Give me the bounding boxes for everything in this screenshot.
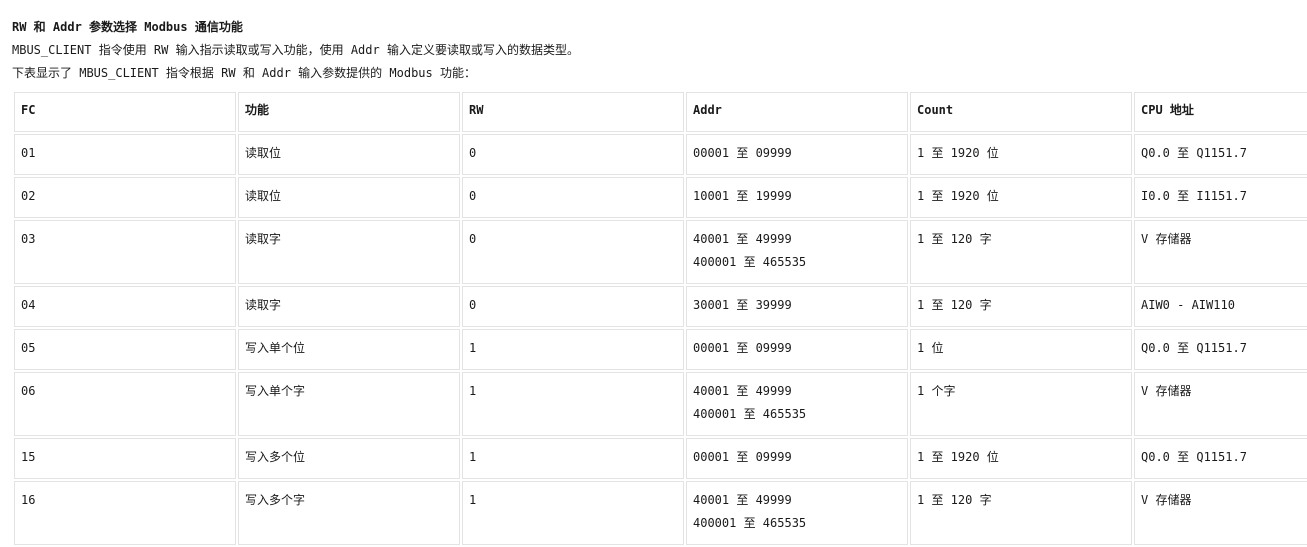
cell-fc: 04 <box>14 286 236 327</box>
cell-function: 写入单个位 <box>238 329 460 370</box>
cell-addr: 00001 至 09999 <box>686 329 908 370</box>
cell-fc: 01 <box>14 134 236 175</box>
addr-range: 400001 至 465535 <box>693 255 807 269</box>
cell-cpu-address: V 存储器 <box>1134 481 1307 545</box>
cell-addr: 40001 至 49999 400001 至 465535 <box>686 481 908 545</box>
table-row: 03 读取字 0 40001 至 49999 400001 至 465535 1 至 12… <box>14 220 1307 284</box>
cell-addr: 00001 至 09999 <box>686 134 908 175</box>
cell-cpu-address: AIW0 - AIW110 <box>1134 286 1307 327</box>
cell-cpu-address: V 存储器 <box>1134 220 1307 284</box>
cell-count: 1 至 120 字 <box>910 220 1132 284</box>
header-count: Count <box>910 92 1132 132</box>
cell-rw: 1 <box>462 329 684 370</box>
table-row: 16 写入多个字 1 40001 至 49999 400001 至 465535 1 至 … <box>14 481 1307 545</box>
table-header-row: FC 功能 RW Addr Count CPU 地址 <box>14 92 1307 132</box>
addr-range: 00001 至 09999 <box>693 146 792 160</box>
cell-count: 1 至 1920 位 <box>910 134 1132 175</box>
cell-rw: 0 <box>462 177 684 218</box>
addr-range: 10001 至 19999 <box>693 189 792 203</box>
table-row: 05 写入单个位 1 00001 至 09999 1 位 Q0.0 至 Q1151.7 <box>14 329 1307 370</box>
cell-count: 1 至 1920 位 <box>910 177 1132 218</box>
cell-cpu-address: Q0.0 至 Q1151.7 <box>1134 329 1307 370</box>
intro-paragraph: MBUS_CLIENT 指令使用 RW 输入指示读取或写入功能，使用 Addr … <box>12 43 579 57</box>
cell-cpu-address: Q0.0 至 Q1151.7 <box>1134 134 1307 175</box>
cell-fc: 06 <box>14 372 236 436</box>
header-fc: FC <box>14 92 236 132</box>
cell-cpu-address: V 存储器 <box>1134 372 1307 436</box>
table-intro-paragraph: 下表显示了 MBUS_CLIENT 指令根据 RW 和 Addr 输入参数提供的… <box>12 66 476 80</box>
cell-rw: 0 <box>462 286 684 327</box>
addr-range: 30001 至 39999 <box>693 298 792 312</box>
section-heading: RW 和 Addr 参数选择 Modbus 通信功能 <box>12 20 243 34</box>
cell-function: 读取字 <box>238 286 460 327</box>
cell-rw: 1 <box>462 372 684 436</box>
cell-count: 1 位 <box>910 329 1132 370</box>
cell-count: 1 至 1920 位 <box>910 438 1132 479</box>
cell-count: 1 至 120 字 <box>910 481 1132 545</box>
cell-fc: 16 <box>14 481 236 545</box>
table-row: 02 读取位 0 10001 至 19999 1 至 1920 位 I0.0 至 I115… <box>14 177 1307 218</box>
header-rw: RW <box>462 92 684 132</box>
cell-fc: 15 <box>14 438 236 479</box>
addr-range: 40001 至 49999 <box>693 384 792 398</box>
table-row: 15 写入多个位 1 00001 至 09999 1 至 1920 位 Q0.0 至 Q1… <box>14 438 1307 479</box>
cell-rw: 0 <box>462 134 684 175</box>
addr-range: 40001 至 49999 <box>693 232 792 246</box>
addr-range: 40001 至 49999 <box>693 493 792 507</box>
addr-range: 400001 至 465535 <box>693 516 807 530</box>
cell-addr: 10001 至 19999 <box>686 177 908 218</box>
cell-addr: 30001 至 39999 <box>686 286 908 327</box>
cell-fc: 03 <box>14 220 236 284</box>
cell-rw: 0 <box>462 220 684 284</box>
addr-range: 00001 至 09999 <box>693 450 792 464</box>
cell-fc: 02 <box>14 177 236 218</box>
cell-addr: 40001 至 49999 400001 至 465535 <box>686 220 908 284</box>
addr-range: 400001 至 465535 <box>693 407 807 421</box>
cell-count: 1 至 120 字 <box>910 286 1132 327</box>
cell-cpu-address: I0.0 至 I1151.7 <box>1134 177 1307 218</box>
cell-function: 写入多个字 <box>238 481 460 545</box>
cell-rw: 1 <box>462 481 684 545</box>
document-body: RW 和 Addr 参数选择 Modbus 通信功能 MBUS_CLIENT 指… <box>12 0 1307 81</box>
cell-addr: 40001 至 49999 400001 至 465535 <box>686 372 908 436</box>
addr-range: 00001 至 09999 <box>693 341 792 355</box>
table-body: 01 读取位 0 00001 至 09999 1 至 1920 位 Q0.0 至 Q115… <box>14 134 1307 545</box>
cell-function: 读取字 <box>238 220 460 284</box>
cell-count: 1 个字 <box>910 372 1132 436</box>
header-addr: Addr <box>686 92 908 132</box>
cell-function: 写入单个字 <box>238 372 460 436</box>
cell-function: 读取位 <box>238 177 460 218</box>
header-function: 功能 <box>238 92 460 132</box>
cell-fc: 05 <box>14 329 236 370</box>
cell-function: 读取位 <box>238 134 460 175</box>
cell-addr: 00001 至 09999 <box>686 438 908 479</box>
modbus-function-table: FC 功能 RW Addr Count CPU 地址 01 读取位 0 00001 至… <box>12 90 1307 547</box>
cell-rw: 1 <box>462 438 684 479</box>
cell-cpu-address: Q0.0 至 Q1151.7 <box>1134 438 1307 479</box>
table-row: 06 写入单个字 1 40001 至 49999 400001 至 465535 1 个字… <box>14 372 1307 436</box>
cell-function: 写入多个位 <box>238 438 460 479</box>
table-row: 04 读取字 0 30001 至 39999 1 至 120 字 AIW0 - AIW11… <box>14 286 1307 327</box>
header-cpu-address: CPU 地址 <box>1134 92 1307 132</box>
table-row: 01 读取位 0 00001 至 09999 1 至 1920 位 Q0.0 至 Q115… <box>14 134 1307 175</box>
